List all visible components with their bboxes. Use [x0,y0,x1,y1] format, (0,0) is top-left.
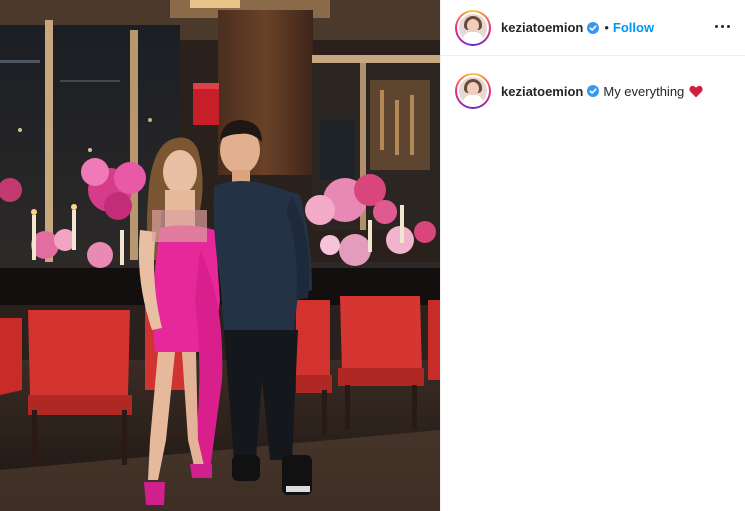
caption-avatar[interactable] [457,75,489,107]
more-options-icon[interactable] [710,14,734,38]
caption-text: My everything [603,83,685,99]
red-heart-icon [689,85,703,97]
author-avatar-ring[interactable] [455,9,491,46]
header-separator: • [604,20,609,35]
post-photo[interactable] [0,0,440,511]
author-username[interactable]: keziatoemion [501,20,583,35]
caption-username[interactable]: keziatoemion [501,84,583,99]
post-side-panel: keziatoemion • Follow keziatoemion My ev… [440,0,745,511]
post-caption: keziatoemion My everything [455,73,735,109]
post-header: keziatoemion • Follow [441,0,745,56]
author-avatar[interactable] [457,11,489,44]
follow-button[interactable]: Follow [613,20,654,35]
photo-image [0,0,440,511]
caption-avatar-ring[interactable] [455,73,491,109]
verified-badge-icon [587,85,600,97]
verified-badge-icon [587,21,600,34]
instagram-post: keziatoemion • Follow keziatoemion My ev… [0,0,745,511]
